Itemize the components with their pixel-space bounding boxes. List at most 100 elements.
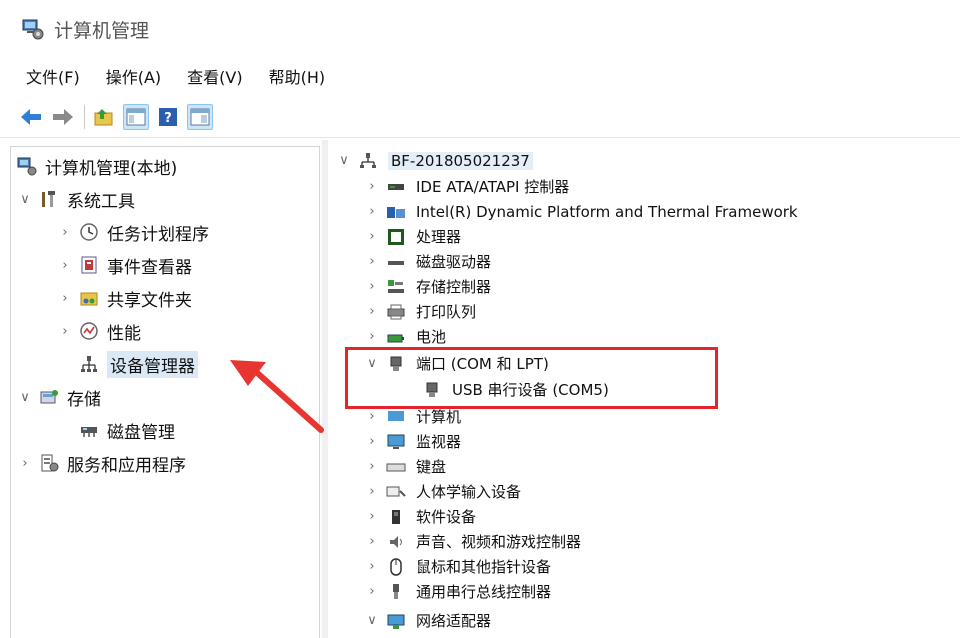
services-icon	[39, 453, 59, 473]
chevron-right-icon[interactable]: ›	[364, 304, 380, 319]
sound-icon	[386, 533, 406, 551]
storage-controller-icon	[386, 278, 406, 296]
device-category-monitors[interactable]: › 监视器	[364, 429, 461, 454]
monitor-icon	[386, 433, 406, 451]
device-category-mice[interactable]: › 鼠标和其他指针设备	[364, 554, 551, 579]
computer-icon	[358, 152, 378, 170]
chevron-right-icon[interactable]: ›	[364, 534, 380, 549]
chevron-down-icon[interactable]: ∨	[17, 192, 33, 207]
tree-item-storage[interactable]: ∨ 存储	[17, 382, 101, 412]
chevron-down-icon[interactable]: ∨	[17, 390, 33, 405]
platform-icon	[386, 203, 406, 221]
title-bar: 计算机管理	[0, 0, 960, 58]
folder-up-icon	[94, 108, 113, 125]
hid-icon	[386, 483, 406, 501]
device-category-processor[interactable]: › 处理器	[364, 224, 461, 249]
help-icon: ?	[159, 107, 177, 126]
device-category-batteries[interactable]: › 电池	[364, 324, 446, 349]
up-one-level-button[interactable]	[91, 104, 117, 130]
device-category-hid[interactable]: › 人体学输入设备	[364, 479, 521, 504]
back-button[interactable]	[18, 104, 44, 130]
chevron-right-icon[interactable]: ›	[364, 204, 380, 219]
computer-management-icon	[17, 156, 37, 176]
network-adapter-icon	[386, 612, 406, 630]
tree-item-performance[interactable]: › 性能	[57, 316, 141, 346]
console-tree-icon	[126, 108, 146, 125]
tree-item-event-viewer[interactable]: › 事件查看器	[57, 250, 192, 280]
show-hide-console-tree-button[interactable]	[123, 103, 149, 130]
highlight-box-ports	[345, 347, 718, 409]
chevron-right-icon[interactable]: ›	[364, 409, 380, 424]
back-arrow-icon	[21, 108, 41, 125]
disk-management-icon	[79, 420, 99, 440]
device-category-print-queues[interactable]: › 打印队列	[364, 299, 476, 324]
chevron-right-icon[interactable]: ›	[364, 459, 380, 474]
clock-icon	[79, 222, 99, 242]
chevron-right-icon[interactable]: ›	[17, 456, 33, 471]
menu-view[interactable]: 查看(V)	[187, 64, 242, 88]
chevron-right-icon[interactable]: ›	[364, 329, 380, 344]
tree-item-computer-management[interactable]: 计算机管理(本地)	[17, 151, 177, 181]
chevron-right-icon[interactable]: ›	[364, 484, 380, 499]
chevron-right-icon[interactable]: ›	[57, 291, 73, 306]
annotation-arrow-icon	[230, 360, 324, 433]
device-category-disk-drives[interactable]: › 磁盘驱动器	[364, 249, 491, 274]
computer-management-icon	[22, 18, 44, 40]
tree-item-task-scheduler[interactable]: › 任务计划程序	[57, 217, 209, 247]
event-viewer-icon	[79, 255, 99, 275]
chevron-right-icon[interactable]: ›	[57, 225, 73, 240]
computer-category-icon	[386, 408, 406, 426]
device-category-sound-video[interactable]: › 声音、视频和游戏控制器	[364, 529, 581, 554]
tree-item-shared-folders[interactable]: › 共享文件夹	[57, 283, 192, 313]
tree-item-device-manager[interactable]: 设备管理器	[79, 349, 198, 379]
device-category-usb-controllers[interactable]: › 通用串行总线控制器	[364, 579, 551, 604]
chevron-right-icon[interactable]: ›	[364, 254, 380, 269]
usb-icon	[386, 583, 406, 601]
device-category-software-devices[interactable]: › 软件设备	[364, 504, 476, 529]
print-queue-icon	[386, 303, 406, 321]
chevron-down-icon[interactable]: ∨	[364, 613, 380, 628]
device-manager-icon	[79, 354, 99, 374]
menu-help[interactable]: 帮助(H)	[269, 64, 326, 88]
software-device-icon	[386, 508, 406, 526]
forward-button[interactable]	[50, 104, 76, 130]
chevron-right-icon[interactable]: ›	[364, 509, 380, 524]
tree-item-services-and-applications[interactable]: › 服务和应用程序	[17, 448, 186, 478]
tree-item-system-tools[interactable]: ∨ 系统工具	[17, 184, 135, 214]
performance-icon	[79, 321, 99, 341]
chevron-right-icon[interactable]: ›	[364, 584, 380, 599]
help-button[interactable]: ?	[155, 104, 181, 130]
svg-text:?: ?	[164, 111, 172, 126]
keyboard-icon	[386, 458, 406, 476]
toolbar-separator	[84, 104, 85, 129]
chevron-right-icon[interactable]: ›	[364, 179, 380, 194]
shared-folder-icon	[79, 288, 99, 308]
mouse-icon	[386, 557, 406, 576]
device-category-network-adapters[interactable]: ∨ 网络适配器	[364, 608, 491, 633]
action-pane-icon	[190, 108, 210, 125]
forward-arrow-icon	[53, 108, 73, 125]
chevron-down-icon[interactable]: ∨	[336, 153, 352, 168]
toolbar: ?	[0, 96, 960, 138]
device-category-intel-platform[interactable]: › Intel(R) Dynamic Platform and Thermal …	[364, 199, 797, 224]
ide-controller-icon	[386, 178, 406, 196]
disk-drive-icon	[386, 253, 406, 271]
tree-item-disk-management[interactable]: 磁盘管理	[79, 415, 175, 445]
device-category-ide[interactable]: › IDE ATA/ATAPI 控制器	[364, 174, 569, 199]
chevron-right-icon[interactable]: ›	[364, 559, 380, 574]
menu-file[interactable]: 文件(F)	[26, 64, 80, 88]
device-tree-root[interactable]: ∨ BF-201805021237	[336, 148, 533, 173]
chevron-right-icon[interactable]: ›	[364, 229, 380, 244]
device-category-storage-controllers[interactable]: › 存储控制器	[364, 274, 491, 299]
storage-icon	[39, 387, 59, 407]
menu-action[interactable]: 操作(A)	[106, 64, 161, 88]
system-tools-icon	[39, 189, 59, 209]
chevron-right-icon[interactable]: ›	[364, 434, 380, 449]
chevron-right-icon[interactable]: ›	[57, 324, 73, 339]
chevron-right-icon[interactable]: ›	[364, 279, 380, 294]
device-category-keyboards[interactable]: › 键盘	[364, 454, 446, 479]
chevron-right-icon[interactable]: ›	[57, 258, 73, 273]
show-hide-action-pane-button[interactable]	[187, 103, 213, 130]
window-title: 计算机管理	[54, 19, 150, 42]
processor-icon	[386, 228, 406, 246]
